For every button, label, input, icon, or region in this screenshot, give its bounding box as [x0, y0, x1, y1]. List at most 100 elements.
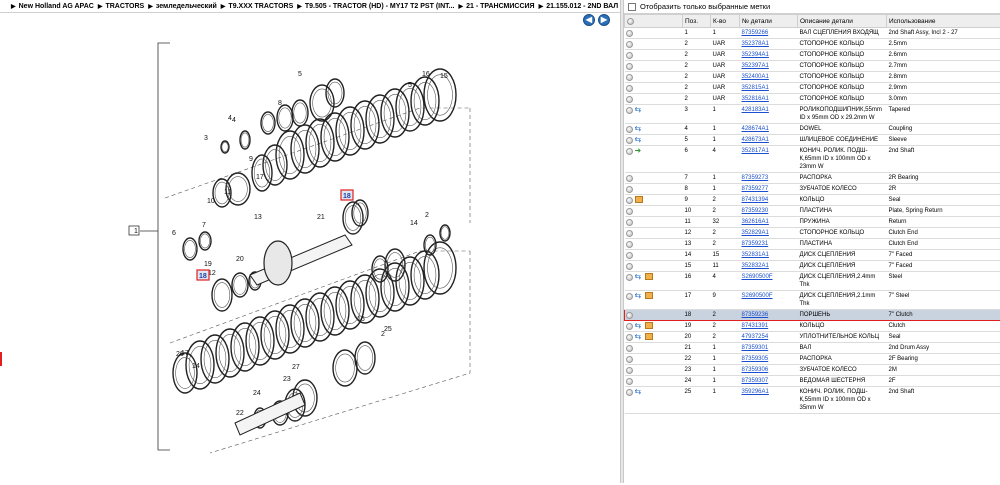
part-number-link[interactable]: 87359306: [740, 365, 798, 376]
substitute-icon[interactable]: ⇆: [635, 322, 643, 329]
table-row[interactable]: 122352829A1СТОПОРНОЕ КОЛЬЦОClutch End: [625, 228, 1000, 239]
package-icon[interactable]: [645, 333, 653, 340]
select-circle-icon[interactable]: [626, 263, 633, 270]
part-number-link[interactable]: 87431394: [740, 195, 798, 206]
table-row[interactable]: 2UAR352378A1СТОПОРНОЕ КОЛЬЦО2.5mm: [625, 39, 1000, 50]
column-header[interactable]: Использование: [887, 15, 1000, 28]
table-row[interactable]: 1187359266ВАЛ СЦЕПЛЕНИЯ ВХОДЯЩ2nd Shaft …: [625, 28, 1000, 39]
table-row[interactable]: ➜64352817A1КОНИЧ. РОЛИК. ПОДШ-К,65mm ID …: [625, 146, 1000, 173]
select-circle-icon[interactable]: [626, 293, 633, 300]
select-circle-icon[interactable]: [626, 378, 633, 385]
part-number-link[interactable]: 87359231: [740, 239, 798, 250]
select-circle-icon[interactable]: [626, 107, 633, 114]
table-row[interactable]: 10287359230ПЛАСТИНАPlate, Spring Return: [625, 206, 1000, 217]
part-number-link[interactable]: 352397A1: [740, 61, 798, 72]
part-number-link[interactable]: 352378A1: [740, 39, 798, 50]
select-circle-icon[interactable]: [626, 241, 633, 248]
select-circle-icon[interactable]: [626, 334, 633, 341]
select-circle-icon[interactable]: [626, 208, 633, 215]
table-row[interactable]: 2UAR352815A1СТОПОРНОЕ КОЛЬЦО2.9mm: [625, 83, 1000, 94]
package-icon[interactable]: [645, 322, 653, 329]
table-row[interactable]: 21187359301ВАЛ2nd Drum Assy: [625, 343, 1000, 354]
substitute-icon[interactable]: ⇆: [635, 292, 643, 299]
table-row[interactable]: 9287431394КОЛЬЦОSeal: [625, 195, 1000, 206]
select-circle-icon[interactable]: [626, 126, 633, 133]
table-row[interactable]: 13287359231ПЛАСТИНАClutch End: [625, 239, 1000, 250]
part-number-link[interactable]: 87359273: [740, 173, 798, 184]
table-row[interactable]: 7187359273РАСПОРКА2R Bearing: [625, 173, 1000, 184]
select-circle-icon[interactable]: [626, 85, 633, 92]
select-circle-icon[interactable]: [626, 41, 633, 48]
part-number-link[interactable]: 428673A1: [740, 135, 798, 146]
part-number-link[interactable]: 87359305: [740, 354, 798, 365]
part-number-link[interactable]: 352400A1: [740, 72, 798, 83]
part-number-link[interactable]: 47937254: [740, 332, 798, 343]
breadcrumb-item[interactable]: 21 - ТРАНСМИССИЯ: [466, 3, 534, 10]
table-row[interactable]: 1132362616A1ПРУЖИНАReturn: [625, 217, 1000, 228]
breadcrumb-item[interactable]: земледельческий: [156, 3, 217, 10]
table-row[interactable]: 1511352832A1ДИСК СЦЕПЛЕНИЯ7" Faced: [625, 261, 1000, 272]
part-number-link[interactable]: 87359230: [740, 206, 798, 217]
table-row[interactable]: ⇆51428673A1ШЛИЦЕВОЕ СОЕДИНЕНИЕSleeve: [625, 135, 1000, 146]
substitute-icon[interactable]: ⇆: [635, 106, 643, 113]
part-number-link[interactable]: 352816A1: [740, 94, 798, 105]
select-circle-icon[interactable]: [626, 30, 633, 37]
table-row[interactable]: 1415352831A1ДИСК СЦЕПЛЕНИЯ7" Faced: [625, 250, 1000, 261]
package-icon[interactable]: [645, 292, 653, 299]
part-number-link[interactable]: 87431391: [740, 321, 798, 332]
table-row[interactable]: 2UAR352397A1СТОПОРНОЕ КОЛЬЦО2.7mm: [625, 61, 1000, 72]
table-row[interactable]: 2UAR352394A1СТОПОРНОЕ КОЛЬЦО2.6mm: [625, 50, 1000, 61]
part-number-link[interactable]: 352815A1: [740, 83, 798, 94]
table-row[interactable]: 8187359277ЗУБЧАТОЕ КОЛЕСО2R: [625, 184, 1000, 195]
select-circle-icon[interactable]: [626, 63, 633, 70]
table-row[interactable]: 18287359236ПОРШЕНЬ7" Clutch: [625, 310, 1000, 321]
part-number-link[interactable]: 87359236: [740, 310, 798, 321]
filter-checkbox[interactable]: [628, 3, 636, 11]
column-header[interactable]: К-во: [711, 15, 740, 28]
part-number-link[interactable]: 87359301: [740, 343, 798, 354]
column-header[interactable]: [625, 15, 683, 28]
part-number-link[interactable]: 359296A1: [740, 387, 798, 414]
substitute-icon[interactable]: ⇆: [635, 388, 643, 395]
select-circle-icon[interactable]: [626, 96, 633, 103]
table-row[interactable]: 22187359305РАСПОРКА2F Bearing: [625, 354, 1000, 365]
part-number-link[interactable]: 87359277: [740, 184, 798, 195]
table-row[interactable]: 2UAR352816A1СТОПОРНОЕ КОЛЬЦО3.0mm: [625, 94, 1000, 105]
column-header[interactable]: Поз.: [683, 15, 711, 28]
breadcrumb-item[interactable]: T9.505 - TRACTOR (HD) - MY17 T2 PST (INT…: [305, 3, 455, 10]
replacement-arrow-icon[interactable]: ➜: [635, 147, 643, 154]
breadcrumb-item[interactable]: T9.XXX TRACTORS: [228, 3, 293, 10]
table-row[interactable]: 2UAR352400A1СТОПОРНОЕ КОЛЬЦО2.8mm: [625, 72, 1000, 83]
part-number-link[interactable]: 352829A1: [740, 228, 798, 239]
part-number-link[interactable]: S2690500F: [740, 291, 798, 310]
select-circle-icon[interactable]: [626, 74, 633, 81]
select-circle-icon[interactable]: [626, 345, 633, 352]
select-circle-icon[interactable]: [626, 274, 633, 281]
table-row[interactable]: ⇆20247937254УПЛОТНИТЕЛЬНОЕ КОЛЬЦSeal: [625, 332, 1000, 343]
breadcrumb-item[interactable]: New Holland AG APAC: [19, 3, 94, 10]
table-row[interactable]: 23187359306ЗУБЧАТОЕ КОЛЕСО2M: [625, 365, 1000, 376]
table-row[interactable]: 24187359307ВЕДОМАЯ ШЕСТЕРНЯ2F: [625, 376, 1000, 387]
table-row[interactable]: ⇆251359296A1КОНИЧ. РОЛИК. ПОДШ-К,55mm ID…: [625, 387, 1000, 414]
part-number-link[interactable]: S2690500F: [740, 272, 798, 291]
select-circle-icon[interactable]: [626, 175, 633, 182]
prev-button[interactable]: ◀: [583, 14, 595, 26]
part-number-link[interactable]: 352832A1: [740, 261, 798, 272]
package-icon[interactable]: [645, 273, 653, 280]
table-row[interactable]: ⇆31428183A1РОЛИКОПОДШИПНИК,55mm ID x 95m…: [625, 105, 1000, 124]
column-header[interactable]: Описание детали: [798, 15, 887, 28]
select-circle-icon[interactable]: [626, 312, 633, 319]
next-button[interactable]: ▶: [598, 14, 610, 26]
part-number-link[interactable]: 362616A1: [740, 217, 798, 228]
select-circle-icon[interactable]: [626, 197, 633, 204]
select-circle-icon[interactable]: [626, 356, 633, 363]
select-circle-icon[interactable]: [626, 323, 633, 330]
part-number-link[interactable]: 352831A1: [740, 250, 798, 261]
select-circle-icon[interactable]: [626, 52, 633, 59]
table-row[interactable]: ⇆19287431391КОЛЬЦОClutch: [625, 321, 1000, 332]
part-number-link[interactable]: 352394A1: [740, 50, 798, 61]
select-circle-icon[interactable]: [626, 186, 633, 193]
select-circle-icon[interactable]: [626, 389, 633, 396]
table-row[interactable]: ⇆179S2690500FДИСК СЦЕПЛЕНИЯ,2.1mm Thk7" …: [625, 291, 1000, 310]
select-circle-icon[interactable]: [626, 137, 633, 144]
